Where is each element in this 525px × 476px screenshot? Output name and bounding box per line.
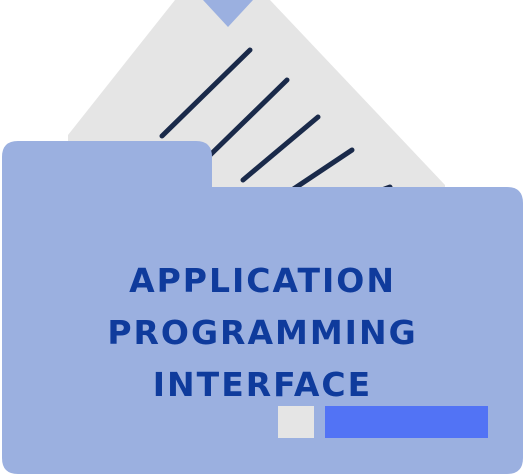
graphic-title: APPLICATION PROGRAMMING INTERFACE xyxy=(0,255,525,411)
api-folder-graphic: APPLICATION PROGRAMMING INTERFACE xyxy=(0,0,525,476)
title-line-1: APPLICATION PROGRAMMING xyxy=(107,261,418,352)
title-line-2: INTERFACE xyxy=(152,365,373,404)
